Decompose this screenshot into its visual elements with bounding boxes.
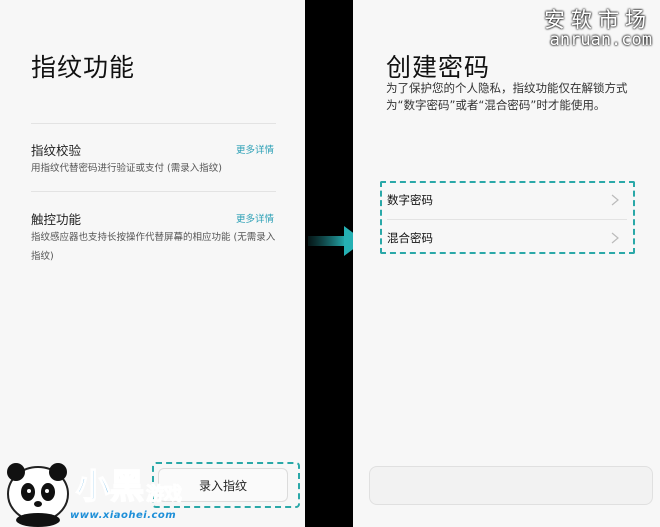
watermark-anruan-url: anruan.com <box>549 30 652 50</box>
touch-function-title: 触控功能 <box>31 212 82 227</box>
divider <box>387 219 627 220</box>
page-title: 创建密码 <box>386 53 491 82</box>
fingerprint-verify-title: 指纹校验 <box>31 143 82 158</box>
page-description: 为了保护您的个人隐私，指纹功能仅在解锁方式为“数字密码”或者“混合密码”时才能使… <box>386 81 628 112</box>
logo-url: www.xiaohei.com <box>70 510 177 521</box>
bottom-button[interactable] <box>369 466 653 505</box>
svg-text:小黑: 小黑 <box>76 467 144 507</box>
numeric-password-option[interactable]: 数字密码 <box>387 185 627 215</box>
option-label: 混合密码 <box>387 231 433 245</box>
option-label: 数字密码 <box>387 193 433 207</box>
chevron-right-icon <box>611 232 619 244</box>
divider <box>31 191 276 192</box>
fingerprint-settings-screen: 指纹功能 指纹校验 更多详情 用指纹代替密码进行验证或支付 (需录入指纹) 触控… <box>0 0 305 527</box>
password-options-highlight: 数字密码 混合密码 <box>380 181 635 254</box>
touch-function-desc: 指纹感应器也支持长按操作代替屏幕的相应功能 (无需录入指纹) <box>31 232 276 262</box>
create-password-screen: 创建密码 为了保护您的个人隐私，指纹功能仅在解锁方式为“数字密码”或者“混合密码… <box>353 0 660 527</box>
divider <box>31 123 276 124</box>
fingerprint-verify-more-link[interactable]: 更多详情 <box>236 142 274 156</box>
touch-function-more-link[interactable]: 更多详情 <box>236 211 274 225</box>
chevron-right-icon <box>611 194 619 206</box>
fingerprint-verify-desc: 用指纹代替密码进行验证或支付 (需录入指纹) <box>31 163 222 174</box>
page-title: 指纹功能 <box>31 53 136 82</box>
mixed-password-option[interactable]: 混合密码 <box>387 223 627 253</box>
svg-text:游戏: 游戏 <box>146 483 182 505</box>
